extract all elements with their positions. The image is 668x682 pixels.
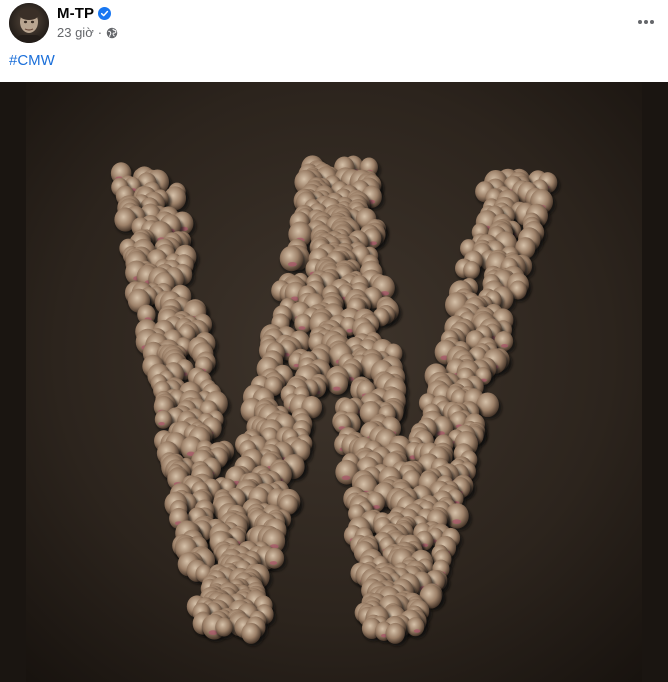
head-mouth [269,561,278,565]
verified-badge-icon [98,7,112,20]
photo-image [0,82,668,682]
head-mouth [287,261,297,267]
figurine-head [241,622,261,644]
figurine-head [264,547,285,569]
figurine-head [327,372,349,395]
post-photo[interactable] [0,82,668,682]
more-options-button[interactable] [630,6,662,38]
globe-icon[interactable] [106,27,118,39]
head-mouth [298,326,306,330]
post-caption: #CMW [9,52,55,69]
figurine-head [154,410,172,429]
head-mouth [158,422,165,426]
head-mouth [332,386,341,391]
hashtag-link[interactable]: #CMW [9,52,55,69]
figurine-head [385,622,405,644]
figurine-head [279,245,304,272]
head-mouth [452,519,462,524]
head-mouth [413,629,421,633]
post-timestamp[interactable]: 23 giờ [57,25,94,40]
meta-separator: · [97,25,103,40]
head-mouth [501,343,509,348]
more-horizontal-icon [638,20,654,24]
author-avatar[interactable] [9,3,49,43]
post-meta: 23 giờ · [57,25,118,40]
head-mouth [341,475,351,481]
figurine-head [215,617,233,637]
author-name[interactable]: M-TP [57,5,94,22]
post-header: M-TP 23 giờ · [0,0,668,46]
avatar-image [9,3,49,43]
figurine-head [463,260,480,280]
facebook-post: M-TP 23 giờ · #CMW [0,0,668,682]
figurine-head [406,617,425,637]
author-row: M-TP [57,5,112,22]
